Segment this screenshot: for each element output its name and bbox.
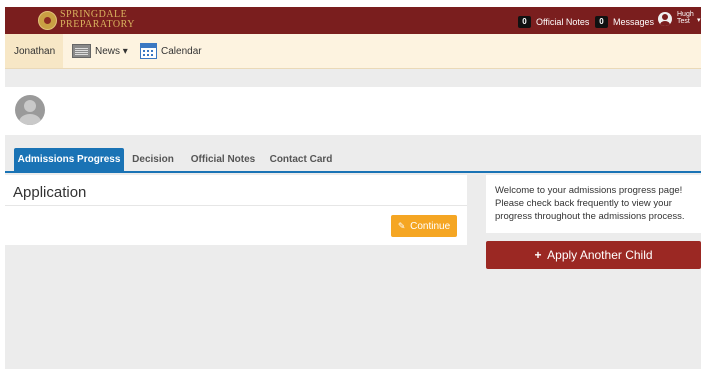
panel-divider [5, 205, 467, 206]
top-bar: SPRINGDALE PREPARATORY 0 Official Notes … [5, 7, 701, 34]
newspaper-icon[interactable] [72, 44, 91, 58]
nav-bar: Jonathan News ▾ Calendar [5, 34, 701, 69]
calendar-link[interactable]: Calendar [161, 46, 202, 57]
chevron-down-icon[interactable]: ▾ [697, 16, 701, 24]
messages-count-badge: 0 [595, 16, 608, 28]
official-notes-label: Official Notes [536, 17, 590, 27]
application-panel: Application ✎ Continue [5, 175, 467, 245]
continue-button[interactable]: ✎ Continue [391, 215, 457, 237]
user-last-name: Test [677, 18, 690, 25]
brand-line-2: PREPARATORY [60, 19, 135, 30]
user-first-name: Hugh [677, 11, 694, 18]
student-name-link[interactable]: Jonathan [14, 46, 55, 57]
tab-decision[interactable]: Decision [127, 148, 179, 171]
calendar-icon[interactable] [140, 43, 157, 59]
apply-another-child-button[interactable]: + Apply Another Child [486, 241, 701, 269]
plus-icon: + [534, 248, 542, 262]
tab-contact-card[interactable]: Contact Card [267, 148, 335, 171]
welcome-box: Welcome to your admissions progress page… [486, 175, 701, 233]
edit-icon: ✎ [397, 221, 406, 231]
news-dropdown[interactable]: News ▾ [95, 46, 128, 57]
student-avatar-icon [15, 95, 45, 125]
official-notes-count-badge: 0 [518, 16, 531, 28]
user-menu[interactable]: Hugh Test [677, 11, 694, 25]
page: SPRINGDALE PREPARATORY 0 Official Notes … [5, 7, 701, 369]
official-notes-link[interactable]: 0 Official Notes [518, 15, 589, 29]
apply-label: Apply Another Child [547, 248, 653, 262]
brand-name[interactable]: SPRINGDALE PREPARATORY [60, 10, 135, 30]
tab-bar: Admissions Progress Decision Official No… [5, 148, 701, 173]
panel-title: Application [13, 184, 87, 201]
messages-label: Messages [613, 17, 655, 27]
school-seal-icon [38, 11, 57, 30]
messages-link[interactable]: 0 Messages [595, 15, 654, 29]
profile-header [5, 87, 701, 135]
user-avatar-icon[interactable] [658, 12, 672, 26]
tab-admissions-progress[interactable]: Admissions Progress [14, 148, 124, 171]
continue-label: Continue [410, 221, 451, 232]
tab-official-notes[interactable]: Official Notes [185, 148, 261, 171]
welcome-text: Welcome to your admissions progress page… [495, 185, 685, 222]
